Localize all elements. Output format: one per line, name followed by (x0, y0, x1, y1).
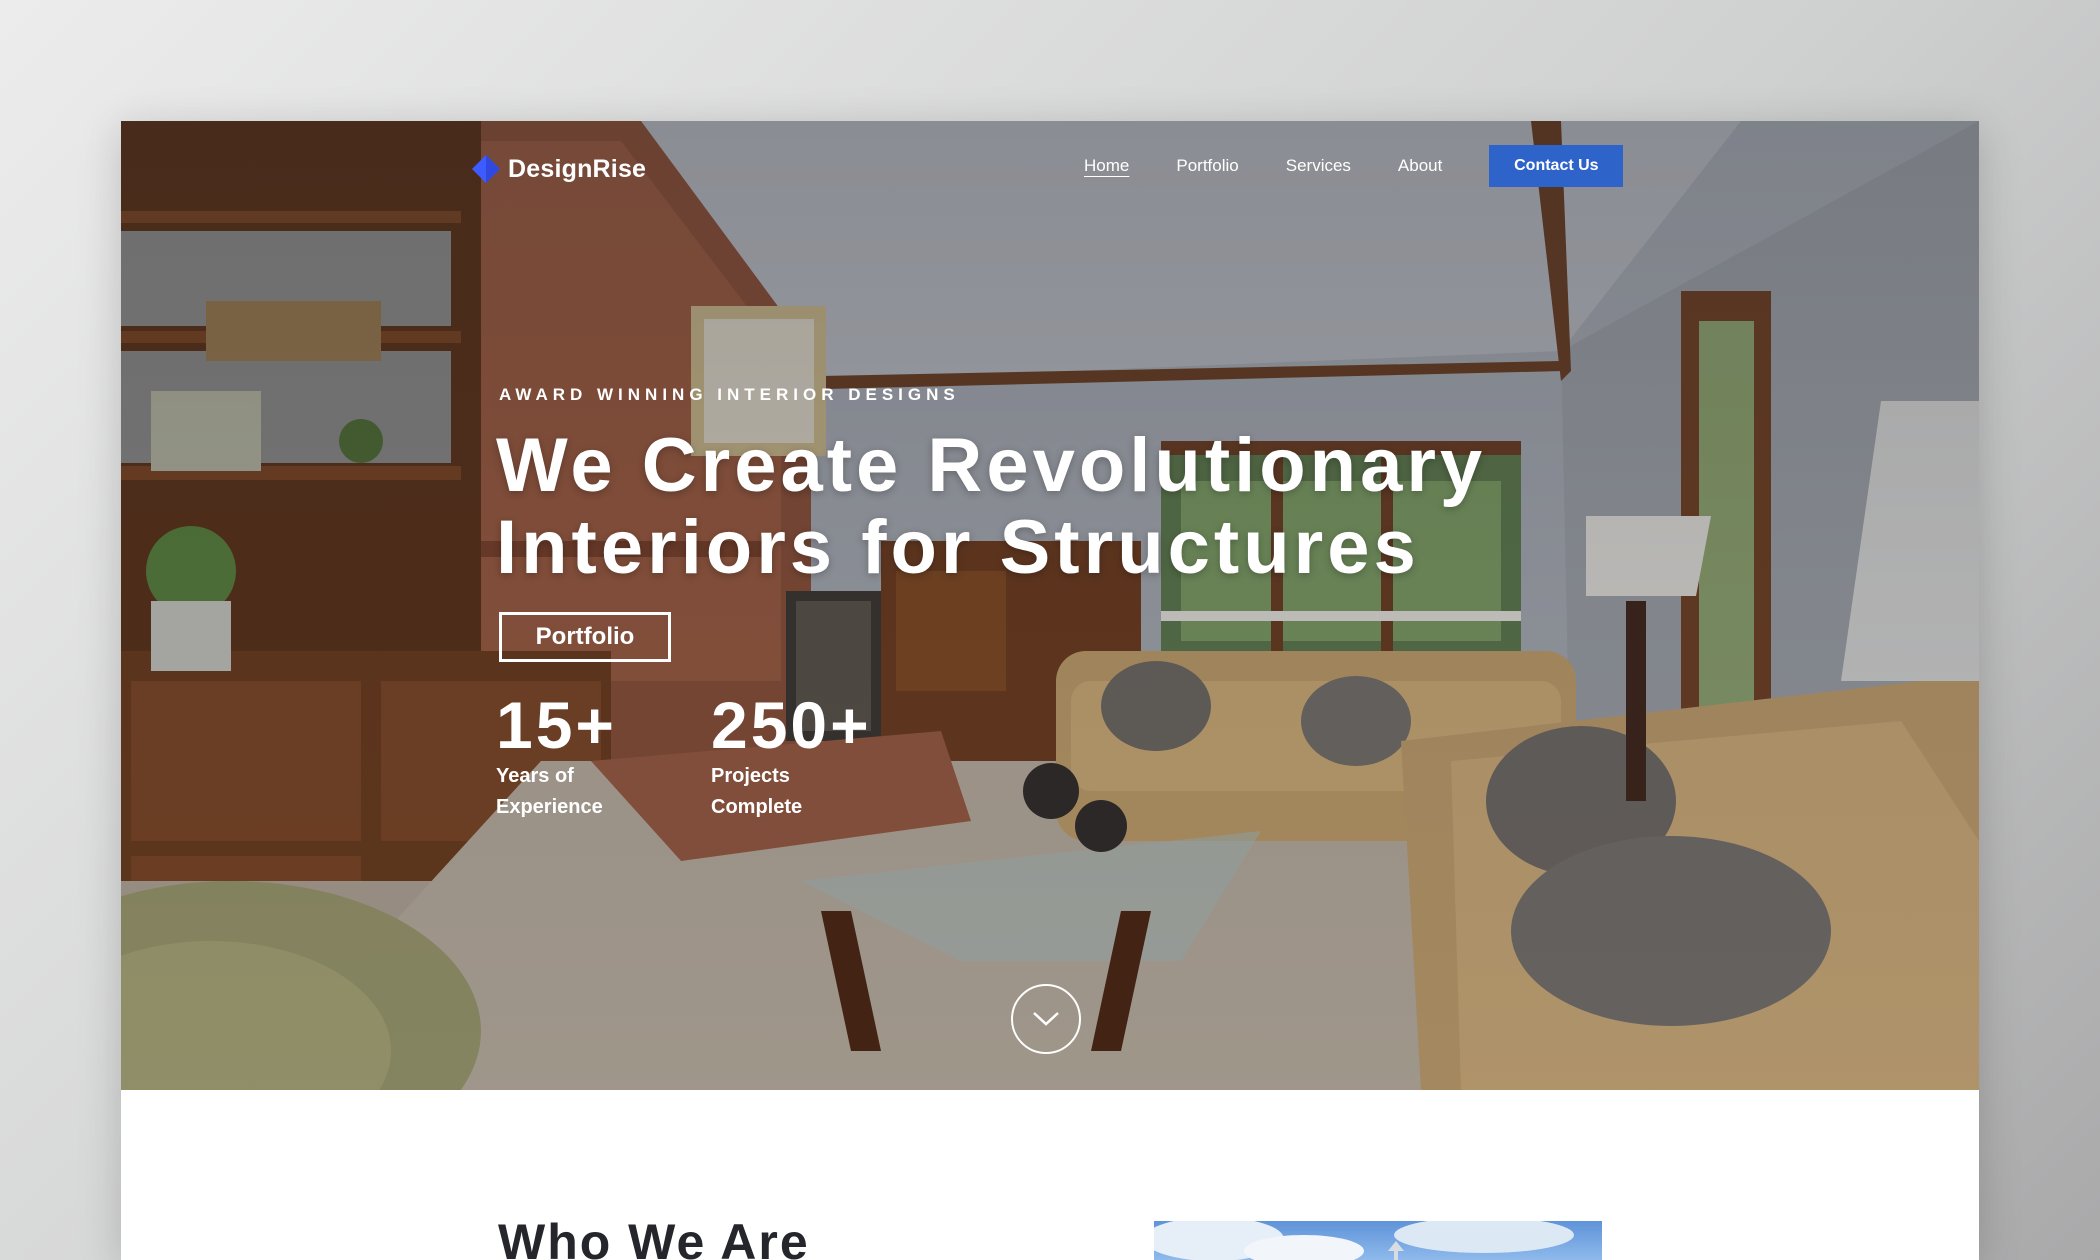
page-frame: DesignRise Home Portfolio Services About… (121, 121, 1979, 1260)
hero-headline-line1: We Create Revolutionary (496, 423, 1487, 508)
stat-value: 250+ (711, 688, 872, 762)
portfolio-button[interactable]: Portfolio (499, 612, 671, 662)
stat-label-line1: Years of (496, 765, 574, 787)
stat-label: Projects Complete (711, 761, 851, 823)
hero-headline-line2: Interiors for Structures (496, 505, 1420, 590)
contact-us-button[interactable]: Contact Us (1489, 145, 1624, 187)
nav-services[interactable]: Services (1286, 145, 1351, 187)
diamond-logo-icon (472, 155, 500, 183)
nav-portfolio[interactable]: Portfolio (1176, 145, 1238, 187)
stat-value: 15+ (496, 688, 617, 762)
nav-about[interactable]: About (1398, 145, 1442, 187)
chevron-down-icon (1033, 1012, 1059, 1026)
hero-section: DesignRise Home Portfolio Services About… (121, 121, 1979, 1090)
nav-home[interactable]: Home (1084, 145, 1129, 187)
hero-eyebrow: AWARD WINNING INTERIOR DESIGNS (499, 385, 960, 404)
scroll-down-button[interactable] (1011, 984, 1081, 1054)
hero-overlay (121, 121, 1979, 1090)
hero-headline: We Create Revolutionary Interiors for St… (496, 425, 1596, 589)
stat-experience: 15+ Years of Experience (496, 691, 636, 823)
sky-building-image (1154, 1221, 1574, 1260)
stat-label-line2: Experience (496, 796, 603, 818)
brand-logo[interactable]: DesignRise (470, 153, 646, 185)
brand-name: DesignRise (508, 154, 647, 183)
about-image (1154, 1221, 1602, 1260)
stat-label: Years of Experience (496, 761, 636, 823)
main-nav: Home Portfolio Services About Contact Us (1084, 145, 1624, 187)
stat-projects: 250+ Projects Complete (711, 691, 872, 823)
stat-label-line2: Complete (711, 796, 803, 818)
who-we-are-title: Who We Are (498, 1214, 810, 1260)
stat-label-line1: Projects (711, 765, 790, 787)
